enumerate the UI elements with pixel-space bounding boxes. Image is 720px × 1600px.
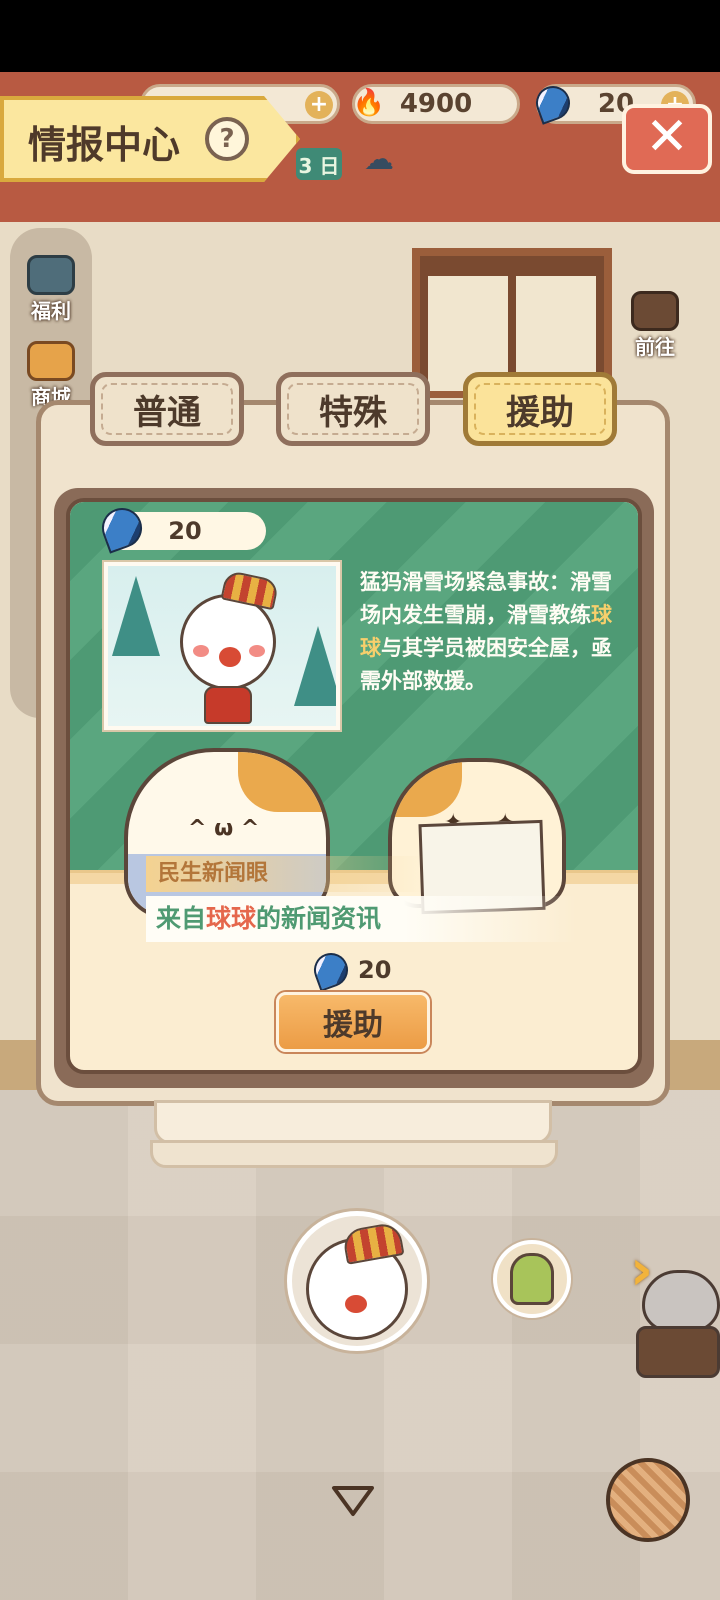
tab-label: 普通 [133,392,201,433]
tab-label: 特殊 [319,392,387,433]
selected-character-avatar[interactable] [287,1211,427,1351]
banana-icon [309,948,353,992]
counter-tray [154,1100,552,1144]
curtain-edge [0,190,720,230]
flame-counter: 🔥 4900 [352,84,520,124]
tab-aid[interactable]: 援助 [463,372,617,446]
yarn-ball-icon[interactable] [606,1458,690,1542]
story-text: 猛犸滑雪场紧急事故：滑雪场内发生雪崩，滑雪教练 [360,570,612,627]
add-coins-button[interactable]: + [305,91,333,119]
counter-tray-base [150,1140,558,1168]
tree-icon [294,626,336,706]
goto-label: 前往 [635,335,675,359]
tab-special[interactable]: 特殊 [276,372,430,446]
status-bar [0,0,720,72]
reward-value: 20 [358,956,392,984]
triangle-down-icon[interactable] [330,1484,376,1518]
shop-button[interactable]: 商城 [14,336,88,410]
mission-cost: 20 [96,502,266,554]
tv-icon [27,255,75,295]
news-highlight: 球球 [206,904,257,933]
character-avatar[interactable] [493,1240,571,1318]
news-source: 来自球球的新闻资讯 [146,896,576,942]
welfare-label: 福利 [31,299,71,323]
story-text-end: 与其学员被困安全屋，亟需外部救援。 [360,636,612,693]
mission-reward: 20 [309,948,392,992]
mission-story: 猛犸滑雪场紧急事故：滑雪场内发生雪崩，滑雪教练球球与其学员被困安全屋，亟需外部救… [360,566,620,698]
close-button[interactable]: ✕ [622,104,712,174]
page-title: 情报中心 [28,123,181,167]
snowman-character [180,569,280,690]
chevron-right-icon[interactable]: › [630,1238,653,1303]
mission-cost-value: 20 [168,517,202,545]
goto-button[interactable]: 前往 [618,286,692,360]
rain-cloud-icon: ☁ [364,142,394,177]
close-icon: ✕ [645,107,689,167]
board-icon [631,291,679,331]
tree-icon [112,576,160,656]
help-button[interactable]: ? [205,117,249,161]
flame-amount: 4900 [399,89,473,119]
news-label: 民生新闻眼 [146,856,426,892]
tab-normal[interactable]: 普通 [90,372,244,446]
news-prefix: 来自 [156,904,207,933]
news-suffix: 的新闻资讯 [256,904,382,933]
welfare-button[interactable]: 福利 [14,250,88,324]
banana-icon [531,81,575,125]
news-banner: 民生新闻眼 来自球球的新闻资讯 [146,856,576,942]
shop-icon [27,341,75,381]
day-badge: 3 日 [296,148,342,180]
mission-photo [104,562,340,730]
aid-button[interactable]: 援助 [276,992,430,1052]
tab-label: 援助 [506,392,574,433]
flame-icon: 🔥 [352,88,386,118]
